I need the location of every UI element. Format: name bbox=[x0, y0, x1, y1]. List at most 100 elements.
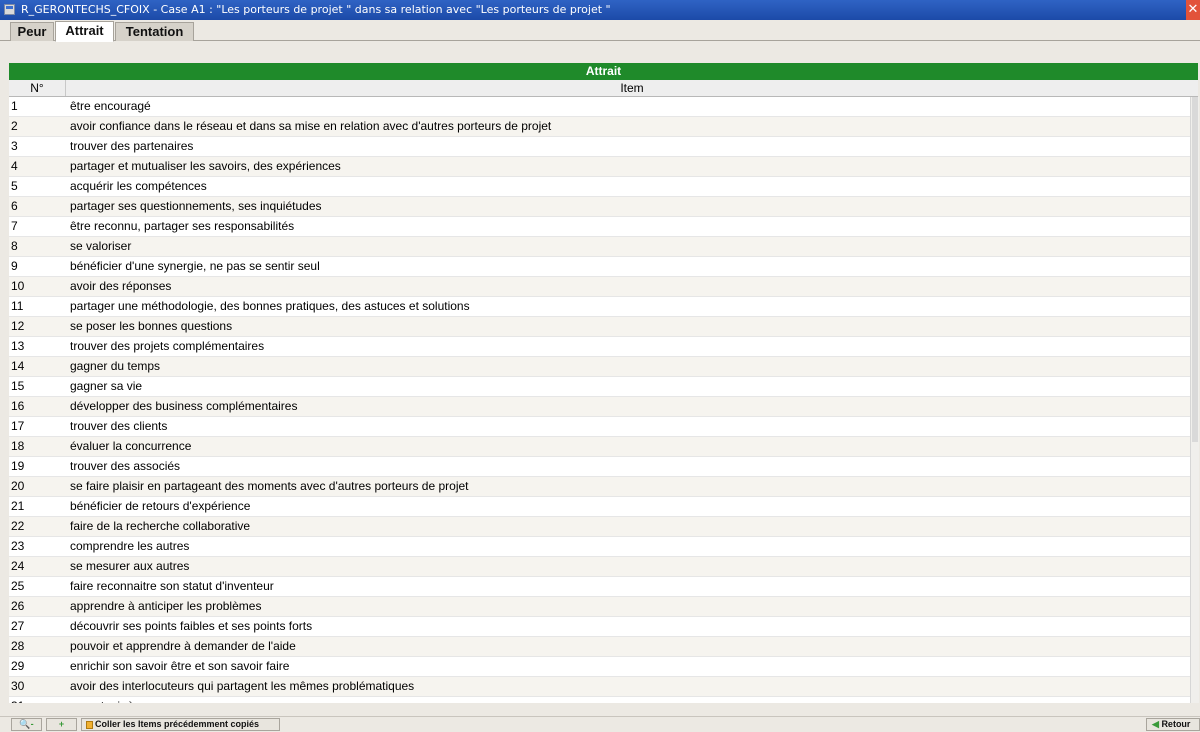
table-row[interactable]: 20 se faire plaisir en partageant des mom… bbox=[9, 477, 1198, 497]
row-number: 7 bbox=[11, 219, 18, 233]
tab-bar: Peur Attrait Tentation bbox=[0, 20, 1200, 42]
row-number: 4 bbox=[11, 159, 18, 173]
row-item-text: partager et mutualiser les savoirs, des … bbox=[70, 159, 341, 173]
row-item-text: faire de la recherche collaborative bbox=[70, 519, 251, 533]
row-item-text: acquérir les compétences bbox=[70, 179, 207, 193]
row-item-text: trouver des partenaires bbox=[70, 139, 194, 153]
row-item-text: comprendre les autres bbox=[70, 539, 190, 553]
row-number: 22 bbox=[11, 519, 25, 533]
paste-items-label: Coller les Items précédemment copiés bbox=[95, 719, 260, 729]
items-table: 1 être encouragé 2 avoir confiance dans le … bbox=[9, 97, 1198, 703]
remove-item-button[interactable]: 🔍- bbox=[11, 718, 42, 731]
table-row[interactable]: 7 être reconnu, partager ses responsabili… bbox=[9, 217, 1198, 237]
row-item-text: gagner du temps bbox=[70, 359, 161, 373]
row-number: 12 bbox=[11, 319, 25, 333]
row-number: 27 bbox=[11, 619, 25, 633]
table-row[interactable]: 8 se valoriser bbox=[9, 237, 1198, 257]
table-row[interactable]: 11 partager une méthodologie, des bonnes … bbox=[9, 297, 1198, 317]
table-column-headers: N° Item bbox=[9, 80, 1198, 97]
row-item-text: avoir des interlocuteurs qui partagent l… bbox=[70, 679, 415, 693]
row-number: 16 bbox=[11, 399, 25, 413]
table-row[interactable]: 10 avoir des réponses bbox=[9, 277, 1198, 297]
row-item-text: partager une méthodologie, des bonnes pr… bbox=[70, 299, 470, 313]
row-number: 30 bbox=[11, 679, 25, 693]
section-header: Attrait bbox=[9, 63, 1198, 80]
table-row[interactable]: 14 gagner du temps bbox=[9, 357, 1198, 377]
table-row[interactable]: 21 bénéficier de retours d'expérience bbox=[9, 497, 1198, 517]
paste-icon bbox=[86, 720, 93, 729]
row-number: 17 bbox=[11, 419, 25, 433]
table-row[interactable]: 13 trouver des projets complémentaires bbox=[9, 337, 1198, 357]
table-row[interactable]: 2 avoir confiance dans le réseau et dans … bbox=[9, 117, 1198, 137]
add-item-button[interactable]: + bbox=[46, 718, 77, 731]
return-button[interactable]: ◀ Retour bbox=[1146, 718, 1200, 731]
row-item-text: enrichir son savoir être et son savoir f… bbox=[70, 659, 290, 673]
row-number: 5 bbox=[11, 179, 18, 193]
table-row[interactable]: 29 enrichir son savoir être et son savoir… bbox=[9, 657, 1198, 677]
table-row[interactable]: 31 appartenir à un groupe bbox=[9, 697, 1198, 703]
table-row[interactable]: 18 évaluer la concurrence bbox=[9, 437, 1198, 457]
row-number: 8 bbox=[11, 239, 18, 253]
row-number: 26 bbox=[11, 599, 25, 613]
row-number: 10 bbox=[11, 279, 25, 293]
return-label: Retour bbox=[1161, 719, 1191, 729]
column-header-item[interactable]: Item bbox=[66, 80, 1198, 96]
row-item-text: gagner sa vie bbox=[70, 379, 143, 393]
table-row[interactable]: 23 comprendre les autres bbox=[9, 537, 1198, 557]
table-row[interactable]: 19 trouver des associés bbox=[9, 457, 1198, 477]
table-row[interactable]: 22 faire de la recherche collaborative bbox=[9, 517, 1198, 537]
tab-tentation[interactable]: Tentation bbox=[115, 22, 194, 41]
table-row[interactable]: 30 avoir des interlocuteurs qui partagent… bbox=[9, 677, 1198, 697]
row-item-text: se faire plaisir en partageant des momen… bbox=[70, 479, 469, 493]
table-row[interactable]: 25 faire reconnaitre son statut d'invente… bbox=[9, 577, 1198, 597]
row-number: 21 bbox=[11, 499, 25, 513]
paste-items-button[interactable]: Coller les Items précédemment copiés bbox=[81, 718, 280, 731]
window-title: R_GERONTECHS_CFOIX - Case A1 : "Les port… bbox=[21, 3, 611, 16]
table-row[interactable]: 16 développer des business complémentaire… bbox=[9, 397, 1198, 417]
row-item-text: développer des business complémentaires bbox=[70, 399, 298, 413]
tab-peur[interactable]: Peur bbox=[10, 22, 54, 41]
row-number: 13 bbox=[11, 339, 25, 353]
row-item-text: avoir confiance dans le réseau et dans s… bbox=[70, 119, 552, 133]
table-row[interactable]: 3 trouver des partenaires bbox=[9, 137, 1198, 157]
table-row[interactable]: 15 gagner sa vie bbox=[9, 377, 1198, 397]
row-number: 24 bbox=[11, 559, 25, 573]
row-number: 19 bbox=[11, 459, 25, 473]
row-number: 9 bbox=[11, 259, 18, 273]
row-item-text: se valoriser bbox=[70, 239, 132, 253]
table-row[interactable]: 4 partager et mutualiser les savoirs, des… bbox=[9, 157, 1198, 177]
row-number: 20 bbox=[11, 479, 25, 493]
row-item-text: trouver des projets complémentaires bbox=[70, 339, 265, 353]
table-row[interactable]: 24 se mesurer aux autres bbox=[9, 557, 1198, 577]
column-header-number[interactable]: N° bbox=[9, 80, 66, 96]
row-item-text: appartenir à un groupe bbox=[70, 697, 191, 703]
row-item-text: faire reconnaitre son statut d'inventeur bbox=[70, 579, 274, 593]
table-row[interactable]: 28 pouvoir et apprendre à demander de l'a… bbox=[9, 637, 1198, 657]
row-item-text: avoir des réponses bbox=[70, 279, 172, 293]
table-row[interactable]: 12 se poser les bonnes questions bbox=[9, 317, 1198, 337]
table-row[interactable]: 5 acquérir les compétences bbox=[9, 177, 1198, 197]
row-item-text: se mesurer aux autres bbox=[70, 559, 190, 573]
row-number: 11 bbox=[11, 299, 24, 313]
table-row[interactable]: 9 bénéficier d'une synergie, ne pas se se… bbox=[9, 257, 1198, 277]
table-row[interactable]: 6 partager ses questionnements, ses inqui… bbox=[9, 197, 1198, 217]
tab-attrait[interactable]: Attrait bbox=[55, 21, 114, 42]
table-row[interactable]: 26 apprendre à anticiper les problèmes bbox=[9, 597, 1198, 617]
table-row[interactable]: 27 découvrir ses points faibles et ses po… bbox=[9, 617, 1198, 637]
back-arrow-icon: ◀ bbox=[1152, 719, 1159, 729]
app-window-icon bbox=[4, 4, 15, 15]
bottom-toolbar: 🔍- + Coller les Items précédemment copié… bbox=[0, 716, 1200, 732]
table-row[interactable]: 17 trouver des clients bbox=[9, 417, 1198, 437]
plus-icon: + bbox=[58, 719, 65, 729]
table-row[interactable]: 1 être encouragé bbox=[9, 97, 1198, 117]
row-item-text: se poser les bonnes questions bbox=[70, 319, 233, 333]
row-item-text: apprendre à anticiper les problèmes bbox=[70, 599, 262, 613]
row-number: 31 bbox=[11, 697, 24, 703]
row-item-text: pouvoir et apprendre à demander de l'aid… bbox=[70, 639, 296, 653]
row-number: 23 bbox=[11, 539, 25, 553]
vertical-scrollbar[interactable] bbox=[1190, 97, 1199, 703]
scrollbar-thumb[interactable] bbox=[1192, 97, 1198, 442]
row-number: 14 bbox=[11, 359, 25, 373]
magnifier-minus-icon: 🔍- bbox=[19, 719, 34, 729]
close-button[interactable]: ✕ bbox=[1186, 0, 1200, 20]
